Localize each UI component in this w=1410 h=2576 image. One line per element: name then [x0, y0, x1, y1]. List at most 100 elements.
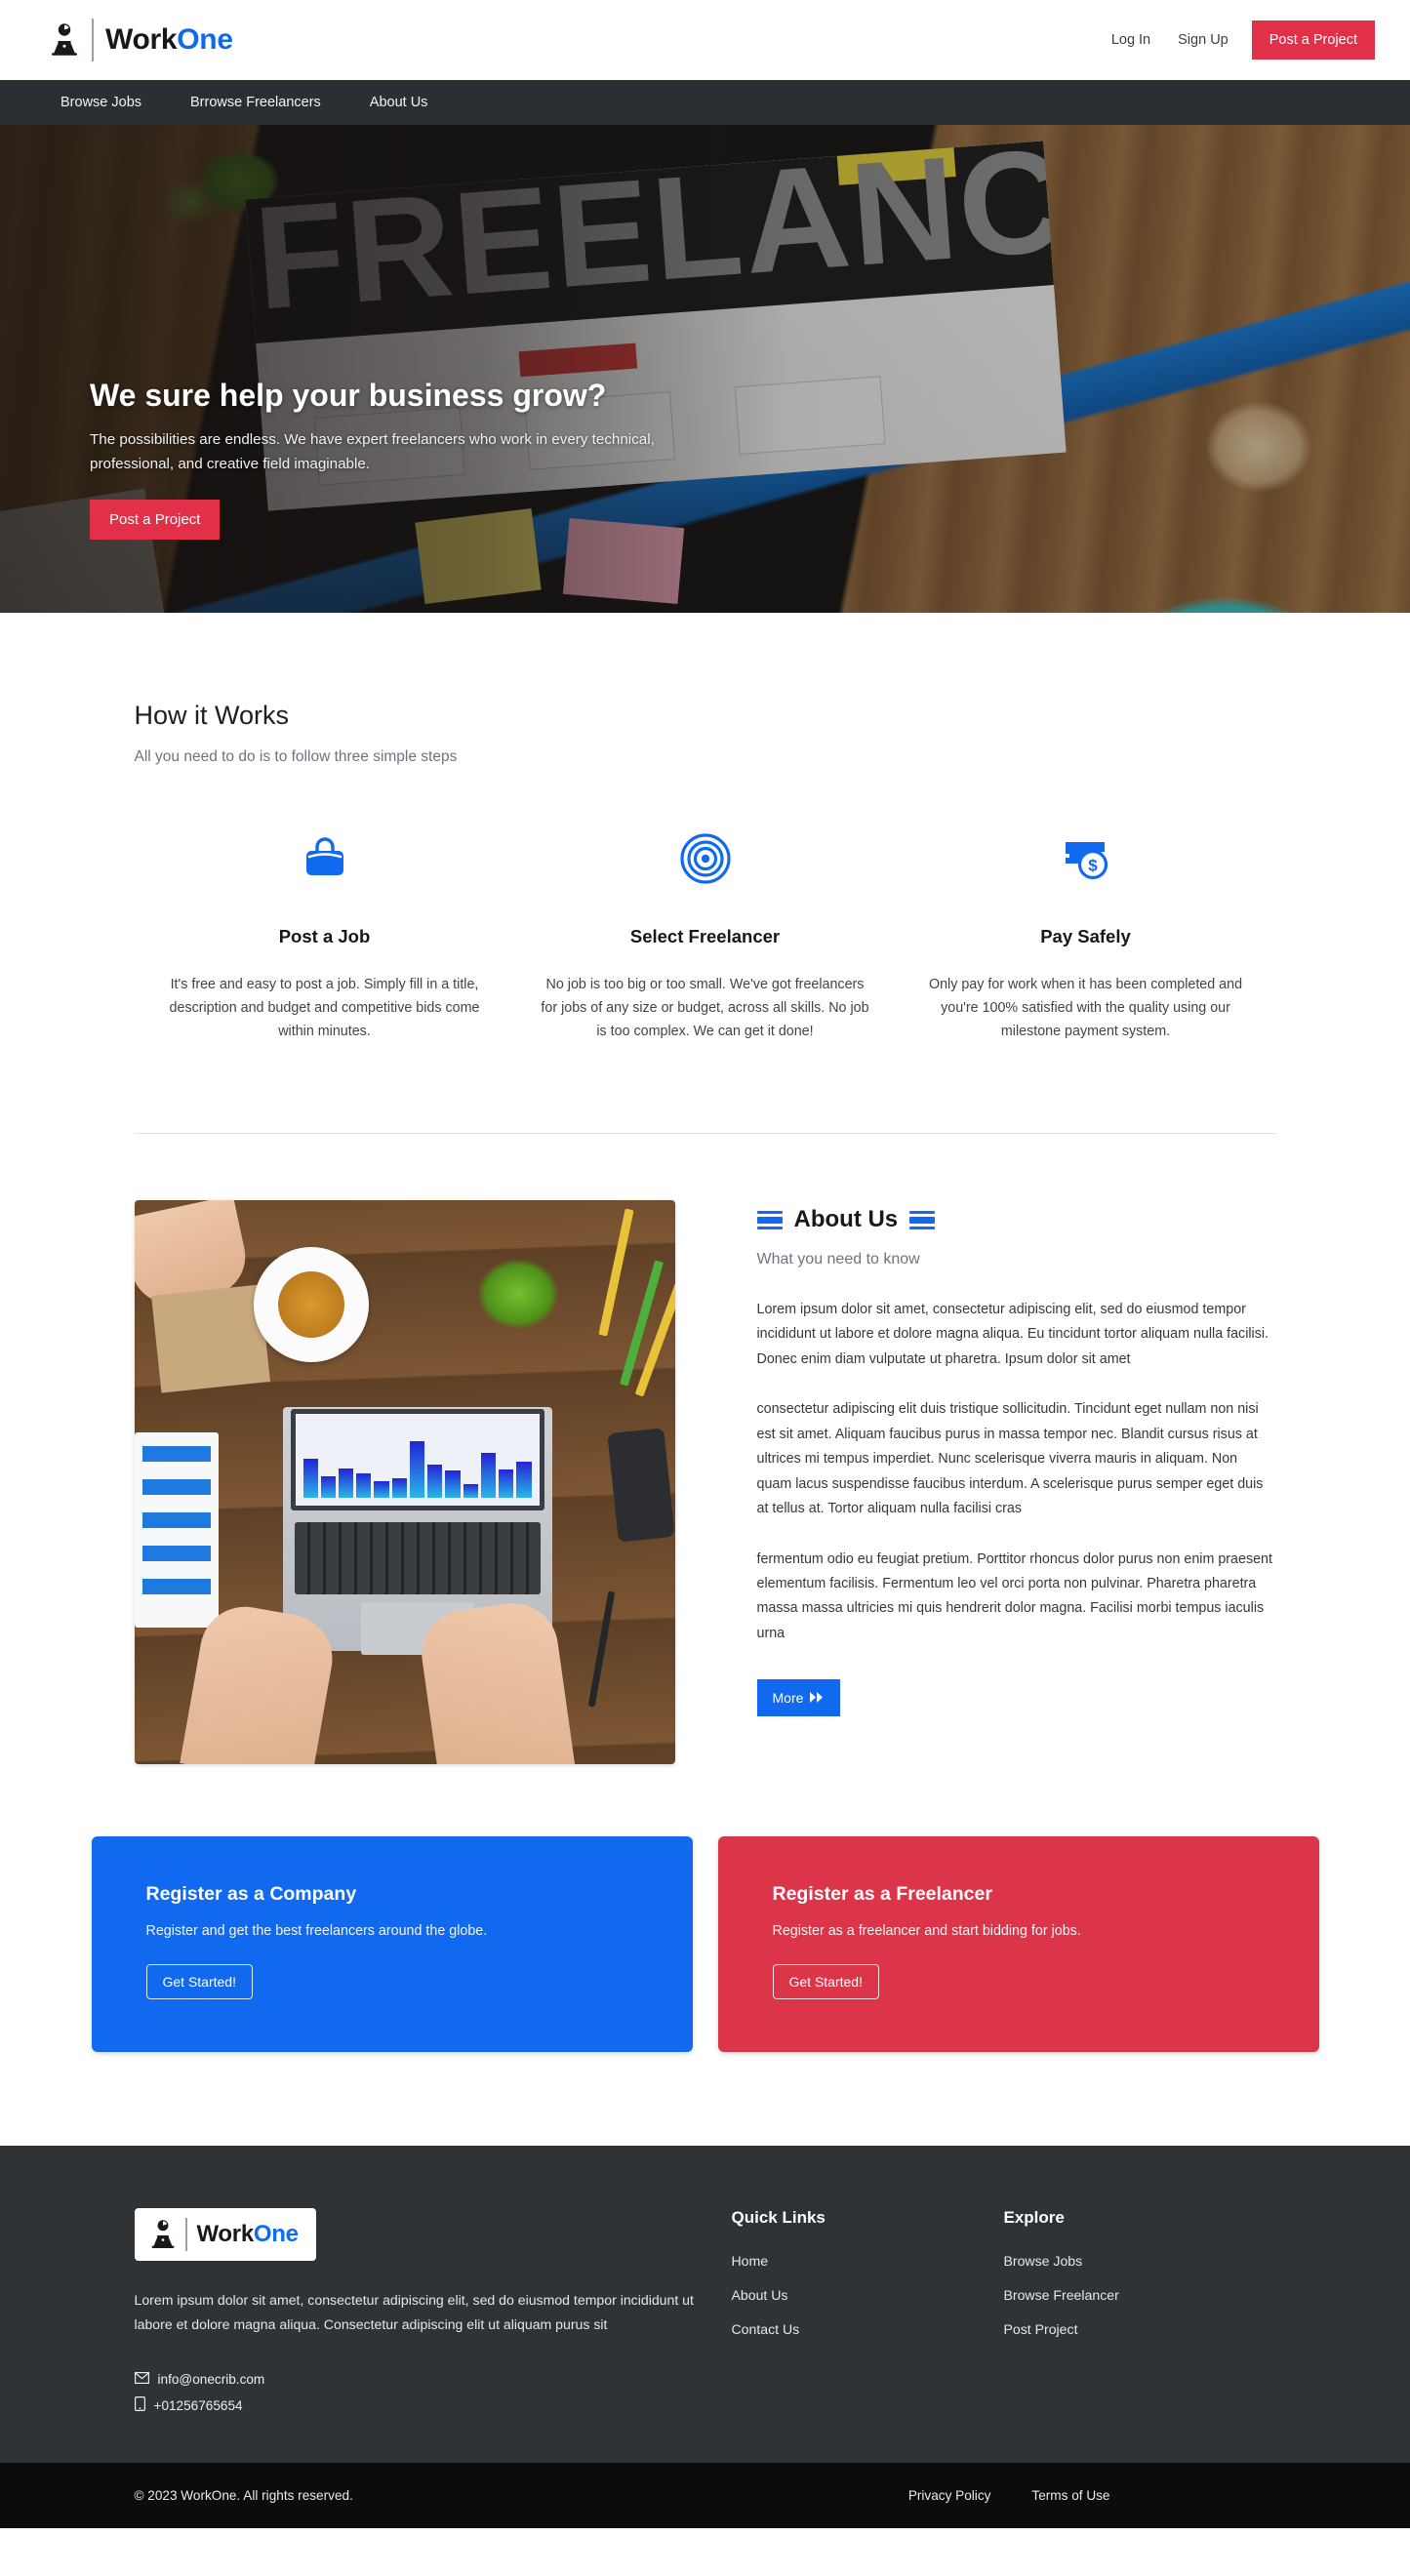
- hero-title: We sure help your business grow?: [90, 378, 607, 413]
- nav-item-about-us[interactable]: About Us: [352, 89, 446, 116]
- brand-divider: [92, 19, 94, 61]
- login-link[interactable]: Log In: [1098, 24, 1164, 56]
- footer-quick-links-column: Quick Links Home About Us Contact Us: [732, 2208, 1004, 2424]
- envelope-icon: [134, 2372, 149, 2387]
- step-description: It's free and easy to post a job. Simply…: [169, 977, 480, 1040]
- bars-decoration-left-icon: [756, 1210, 783, 1229]
- register-freelancer-title: Register as a Freelancer: [772, 1883, 992, 1906]
- step-title: Pay Safely: [1040, 926, 1131, 946]
- hero-banner: FREELANCE We sure help your business gro…: [0, 125, 1410, 613]
- footer-phone-text: +01256765654: [153, 2397, 243, 2413]
- footer-phone-row[interactable]: +01256765654: [134, 2396, 732, 2414]
- footer-explore-column: Explore Browse Jobs Browse Freelancer Po…: [1004, 2208, 1276, 2424]
- about-us-more-label: More: [772, 1690, 804, 1707]
- footer-brand-wordmark: WorkOne: [197, 2223, 299, 2246]
- footer-contact-block: info@onecrib.com +01256765654: [134, 2372, 732, 2414]
- register-freelancer-get-started-button[interactable]: Get Started!: [772, 1964, 879, 2000]
- footer-about-text: Lorem ipsum dolor sit amet, consectetur …: [134, 2292, 694, 2333]
- footer-brand-word-second: One: [253, 2221, 299, 2248]
- bars-decoration-right-icon: [909, 1210, 936, 1229]
- post-a-project-button[interactable]: Post a Project: [1251, 20, 1375, 60]
- step-title: Post a Job: [278, 926, 371, 946]
- footer-link-about-us[interactable]: About Us: [732, 2287, 1004, 2303]
- footer-columns: WorkOne Lorem ipsum dolor sit amet, cons…: [134, 2208, 1276, 2424]
- footer-email-text: info@onecrib.com: [157, 2372, 265, 2388]
- footer-link-contact-us[interactable]: Contact Us: [732, 2321, 1004, 2337]
- about-us-more-button[interactable]: More: [756, 1679, 841, 1717]
- signup-link[interactable]: Sign Up: [1164, 24, 1242, 56]
- step-description: Only pay for work when it has been compl…: [928, 977, 1243, 1040]
- photo-pencil-decor: [619, 1260, 664, 1387]
- about-us-paragraph-3: fermentum odio eu feugiat pretium. Portt…: [756, 1550, 1272, 1641]
- register-company-card[interactable]: Register as a Company Register and get t…: [91, 1836, 693, 2053]
- site-footer: WorkOne Lorem ipsum dolor sit amet, cons…: [0, 2146, 1410, 2464]
- top-actions: Log In Sign Up Post a Project: [1098, 20, 1375, 60]
- money-dollar-icon: $: [919, 828, 1253, 889]
- photo-laptop-screen-decor: [290, 1409, 544, 1511]
- brand-wordmark: WorkOne: [105, 25, 233, 55]
- footer-bottom-links: Privacy Policy Terms of Use: [908, 2488, 1110, 2503]
- hero-text-block: We sure help your business grow? The pos…: [90, 377, 695, 541]
- hero-subtitle: The possibilities are endless. We have e…: [90, 431, 655, 472]
- about-us-paragraph-2: consectetur adipiscing elit duis tristiq…: [756, 1401, 1264, 1517]
- register-freelancer-card[interactable]: Register as a Freelancer Register as a f…: [717, 1836, 1319, 2053]
- step-pay-safely: $ Pay Safely Only pay for work when it h…: [896, 828, 1276, 1043]
- how-it-works-section: How it Works All you need to do is to fo…: [92, 613, 1319, 1135]
- brand-logo[interactable]: WorkOne: [43, 17, 233, 63]
- registration-cta-section: Register as a Company Register and get t…: [91, 1764, 1319, 2053]
- footer-brand-divider: [184, 2218, 187, 2252]
- person-at-laptop-icon: [146, 2217, 180, 2252]
- register-freelancer-desc: Register as a freelancer and start biddi…: [772, 1923, 1081, 1940]
- step-title: Select Freelancer: [629, 926, 781, 946]
- footer-brand-word-first: Work: [196, 2221, 255, 2248]
- photo-phone-decor: [606, 1428, 675, 1543]
- about-us-heading: About Us: [793, 1206, 899, 1233]
- footer-email-row[interactable]: info@onecrib.com: [134, 2372, 732, 2388]
- how-it-works-title: How it Works: [134, 701, 290, 730]
- nav-item-browse-freelancers[interactable]: Brrowse Freelancers: [173, 89, 339, 116]
- mobile-phone-icon: [134, 2396, 145, 2414]
- privacy-policy-link[interactable]: Privacy Policy: [908, 2488, 991, 2503]
- photo-report-sheet-decor: [134, 1432, 219, 1629]
- svg-text:$: $: [1088, 857, 1098, 875]
- photo-plant-decor: [444, 1226, 591, 1363]
- footer-brand-column: WorkOne Lorem ipsum dolor sit amet, cons…: [134, 2208, 732, 2424]
- how-it-works-steps: Post a Job It's free and easy to post a …: [135, 828, 1276, 1072]
- footer-link-home[interactable]: Home: [732, 2253, 1004, 2269]
- photo-coffee-cup-decor: [253, 1247, 369, 1363]
- photo-pencil-decor: [597, 1208, 634, 1337]
- hero-post-project-button[interactable]: Post a Project: [90, 500, 221, 541]
- person-at-laptop-icon: [43, 17, 86, 63]
- photo-notepad-decor: [150, 1284, 270, 1393]
- footer-quick-links-title: Quick Links: [731, 2208, 826, 2228]
- step-select-freelancer: Select Freelancer No job is too big or t…: [515, 828, 896, 1043]
- terms-of-use-link[interactable]: Terms of Use: [1031, 2488, 1109, 2503]
- step-description: No job is too big or too small. We've go…: [541, 977, 869, 1040]
- double-chevron-right-icon: [810, 1690, 825, 1706]
- footer-link-browse-jobs[interactable]: Browse Jobs: [1004, 2253, 1276, 2269]
- nav-item-browse-jobs[interactable]: Browse Jobs: [43, 89, 159, 116]
- about-us-section: About Us What you need to know Lorem ips…: [92, 1134, 1319, 1765]
- step-post-a-job: Post a Job It's free and easy to post a …: [135, 828, 515, 1043]
- register-company-title: Register as a Company: [145, 1883, 357, 1906]
- target-icon: [539, 828, 872, 889]
- footer-bottom-bar: © 2023 WorkOne. All rights reserved. Pri…: [0, 2463, 1410, 2529]
- footer-link-browse-freelancer[interactable]: Browse Freelancer: [1004, 2287, 1276, 2303]
- top-header-bar: WorkOne Log In Sign Up Post a Project: [0, 0, 1410, 80]
- about-us-photo: [134, 1200, 675, 1765]
- main-navigation: Browse Jobs Brrowse Freelancers About Us: [0, 80, 1410, 125]
- brand-word-second: One: [177, 23, 233, 56]
- footer-bottom-inner: © 2023 WorkOne. All rights reserved. Pri…: [92, 2488, 1319, 2503]
- about-us-paragraph-1: Lorem ipsum dolor sit amet, consectetur …: [756, 1302, 1269, 1367]
- hero-content-wrap: We sure help your business grow? The pos…: [0, 125, 1410, 613]
- photo-pen-decor: [587, 1590, 615, 1708]
- footer-explore-title: Explore: [1003, 2208, 1065, 2228]
- footer-wrap: WorkOne Lorem ipsum dolor sit amet, cons…: [92, 2208, 1319, 2424]
- about-us-heading-row: About Us: [756, 1206, 1276, 1233]
- footer-brand-logo[interactable]: WorkOne: [134, 2208, 316, 2262]
- copyright-text: © 2023 WorkOne. All rights reserved.: [134, 2488, 353, 2504]
- register-company-get-started-button[interactable]: Get Started!: [145, 1964, 253, 2000]
- about-us-content: About Us What you need to know Lorem ips…: [756, 1200, 1276, 1764]
- about-us-subheading: What you need to know: [756, 1251, 920, 1268]
- footer-link-post-project[interactable]: Post Project: [1004, 2321, 1276, 2337]
